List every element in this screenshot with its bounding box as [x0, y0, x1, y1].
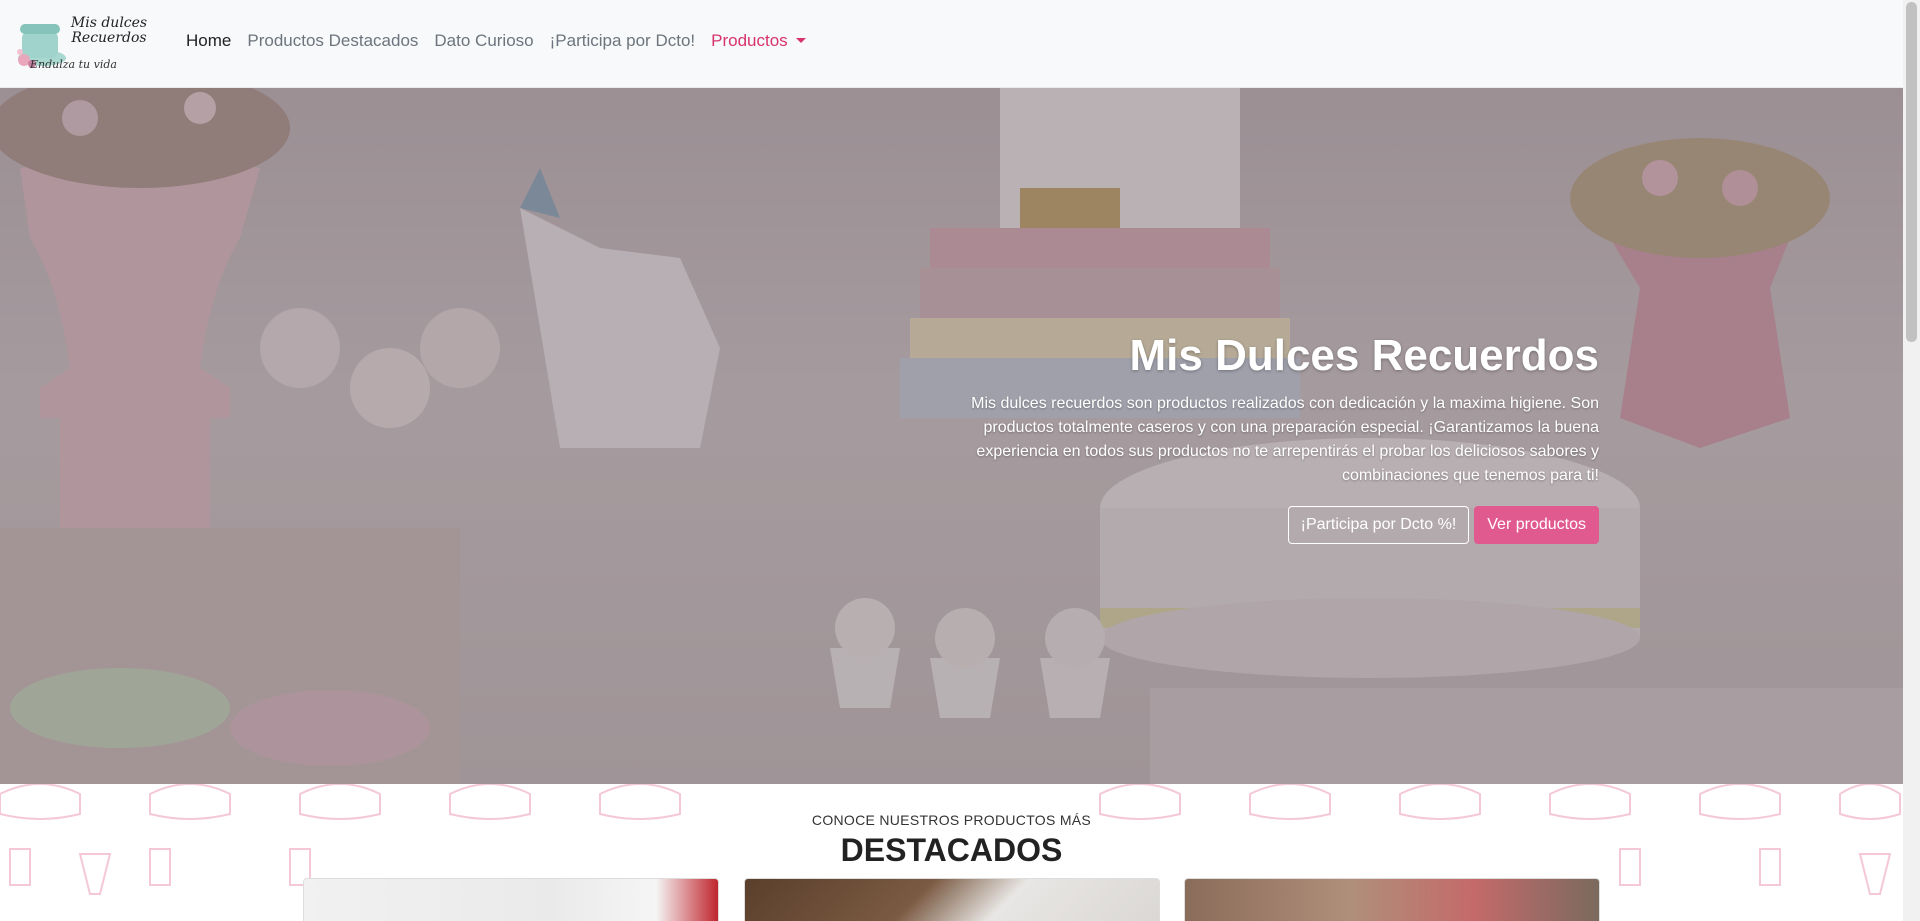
nav-participa[interactable]: ¡Participa por Dcto! [550, 31, 696, 51]
product-card[interactable] [1184, 878, 1600, 921]
hero-section: Mis Dulces Recuerdos Mis dulces recuerdo… [0, 88, 1903, 784]
page-scrollbar[interactable] [1903, 0, 1920, 921]
brand-logo[interactable]: Mis dulces Recuerdos Endulza tu vida [14, 10, 147, 76]
main-nav: Home Productos Destacados Dato Curioso ¡… [186, 31, 806, 51]
participa-discount-button[interactable]: ¡Participa por Dcto %! [1287, 506, 1470, 544]
product-card[interactable] [303, 878, 719, 921]
hero-content: Mis Dulces Recuerdos Mis dulces recuerdo… [959, 330, 1599, 544]
scrollbar-thumb[interactable] [1906, 2, 1917, 342]
featured-title: DESTACADOS [840, 832, 1063, 868]
nav-productos-dropdown[interactable]: Productos [711, 31, 806, 51]
ver-productos-button[interactable]: Ver productos [1474, 506, 1599, 544]
nav-dato-curioso[interactable]: Dato Curioso [434, 31, 533, 51]
hero-buttons: ¡Participa por Dcto %! Ver productos [959, 506, 1599, 544]
navbar: Mis dulces Recuerdos Endulza tu vida Hom… [0, 0, 1903, 88]
featured-subtitle: CONOCE NUESTROS PRODUCTOS MÁS [811, 812, 1092, 828]
chevron-down-icon [795, 38, 806, 43]
nav-productos-label: Productos [711, 31, 788, 50]
logo-name: Mis dulces Recuerdos [70, 15, 148, 46]
nav-home[interactable]: Home [186, 31, 231, 51]
nav-productos-destacados[interactable]: Productos Destacados [247, 31, 418, 51]
hero-description: Mis dulces recuerdos son productos reali… [971, 395, 1599, 484]
product-card[interactable] [744, 878, 1160, 921]
hero-overlay [0, 88, 1903, 784]
logo-tagline: Endulza tu vida [30, 58, 117, 71]
featured-section: CONOCE NUESTROS PRODUCTOS MÁS DESTACADOS [0, 784, 1903, 921]
hero-title: Mis Dulces Recuerdos [1129, 331, 1600, 380]
